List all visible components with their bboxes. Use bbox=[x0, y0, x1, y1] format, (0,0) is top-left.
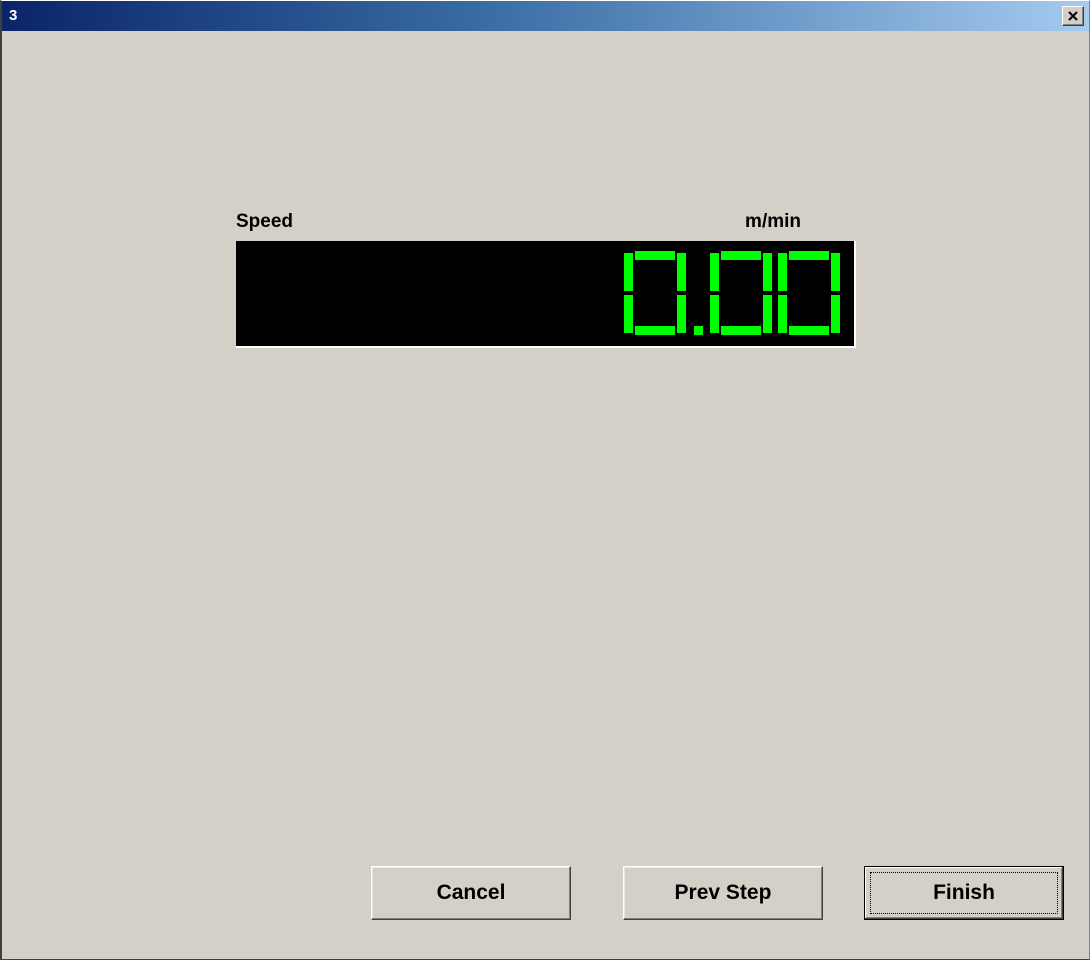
digit-3 bbox=[778, 251, 840, 335]
title-bar[interactable]: 3 bbox=[2, 1, 1089, 31]
digit-2 bbox=[710, 251, 772, 335]
digit-0 bbox=[624, 251, 686, 335]
speed-value bbox=[624, 251, 840, 335]
window-title: 3 bbox=[9, 7, 18, 24]
speed-label: Speed bbox=[236, 211, 294, 232]
cancel-button[interactable]: Cancel bbox=[371, 866, 571, 920]
speed-display bbox=[236, 241, 856, 348]
speed-unit-label: m/min bbox=[745, 211, 801, 232]
wizard-dialog: 3 Speed m/min Cancel Prev Step Finish bbox=[0, 0, 1090, 960]
focus-rectangle bbox=[870, 872, 1058, 914]
close-button[interactable] bbox=[1062, 6, 1084, 26]
decimal-point bbox=[694, 326, 703, 335]
prev-step-button[interactable]: Prev Step bbox=[623, 866, 823, 920]
close-icon bbox=[1067, 10, 1079, 22]
finish-button[interactable]: Finish bbox=[864, 866, 1064, 920]
